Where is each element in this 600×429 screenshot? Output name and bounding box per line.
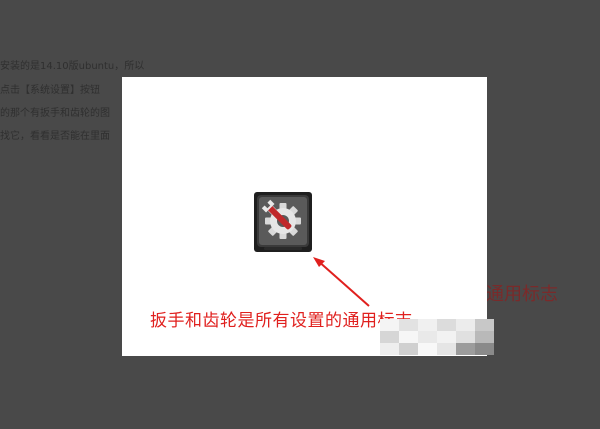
annotation-arrow-icon: [313, 257, 370, 307]
annotation-caption: 扳手和齿轮是所有设置的通用标志: [150, 311, 413, 331]
settings-gear-wrench-icon: [254, 192, 312, 252]
background-text-line-2: 点击【系统设置】按钮: [0, 85, 100, 96]
background-text-line-1: 安装的是14.10版ubuntu，所以: [0, 61, 145, 72]
background-text-line-4: 找它，看看是否能在里面: [0, 131, 110, 142]
pixelated-watermark: [380, 319, 494, 355]
background-text-line-3: 的那个有扳手和齿轮的图: [0, 108, 110, 119]
background-caption: 通用标志: [486, 284, 558, 305]
image-lightbox[interactable]: 扳手和齿轮是所有设置的通用标志: [122, 77, 487, 356]
